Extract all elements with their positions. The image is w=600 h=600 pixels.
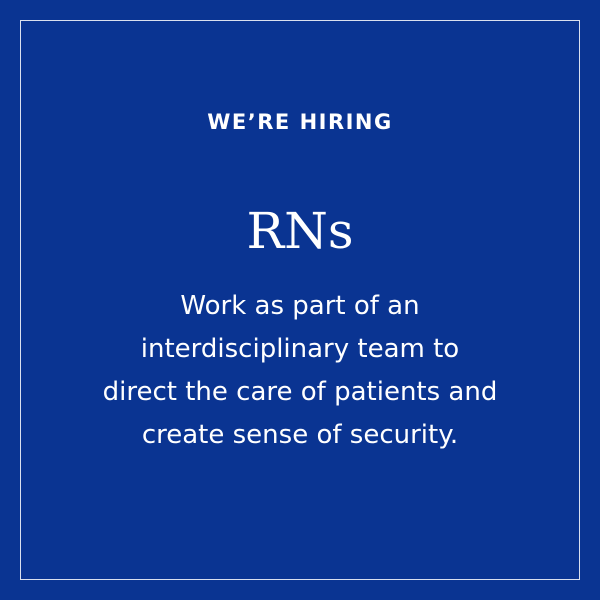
eyebrow-label: WE’RE HIRING xyxy=(207,110,393,134)
description-line: Work as part of an xyxy=(180,291,420,321)
job-title: RNs xyxy=(246,202,354,260)
description-line: create sense of security. xyxy=(141,420,459,450)
job-description: Work as part of an interdisciplinary tea… xyxy=(40,285,560,457)
description-line: direct the care of patients and xyxy=(102,377,498,407)
description-line: interdisciplinary team to xyxy=(140,334,460,364)
hiring-card: { "colors": { "background": "#0a3492", "… xyxy=(0,0,600,600)
